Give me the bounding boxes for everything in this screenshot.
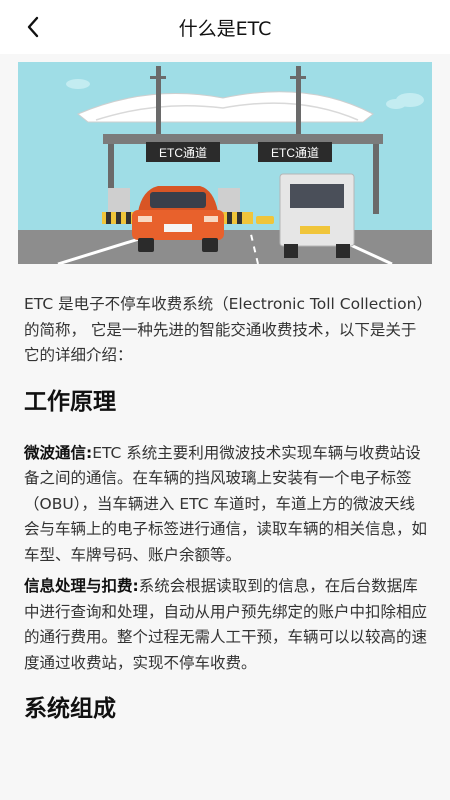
intro-paragraph: ETC 是电子不停车收费系统（Electronic Toll Collectio… <box>24 295 425 364</box>
paragraph-lead: 微波通信: <box>24 443 93 462</box>
paragraph-lead: 信息处理与扣费: <box>24 577 139 595</box>
back-button[interactable] <box>20 14 46 40</box>
gate-right-label: ETC通道 <box>271 146 319 160</box>
paragraph-processing: 信息处理与扣费:系统会根据读取到的信息，在后台数据库中进行查询和处理，自动从用户… <box>24 574 428 676</box>
paragraph-microwave: 微波通信:ETC 系统主要利用微波技术实现车辆与收费站设备之间的通信。在车辆的挡… <box>24 441 428 569</box>
section-heading-working-principle: 工作原理 <box>24 388 116 415</box>
page-title: 什么是ETC <box>178 17 272 40</box>
article-content: ETC通道 ETC通道 ETC 是电子不停车收费系统（Electronic To… <box>0 54 450 800</box>
etc-illustration: ETC通道 ETC通道 <box>18 62 432 264</box>
section-heading-system-composition: 系统组成 <box>24 696 116 722</box>
gate-left-label: ETC通道 <box>159 146 207 160</box>
chevron-left-icon <box>27 16 39 38</box>
article-text: ETC 是电子不停车收费系统（Electronic Toll Collectio… <box>24 292 428 748</box>
top-bar: 什么是ETC <box>0 0 450 54</box>
